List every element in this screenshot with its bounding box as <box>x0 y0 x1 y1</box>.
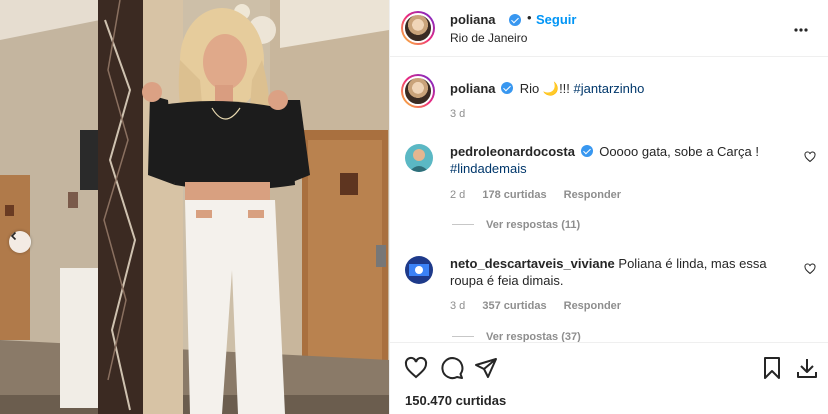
caption-text: poliana Rio 🌙!!! #jantarzinho <box>450 81 644 97</box>
heart-icon[interactable] <box>404 356 428 380</box>
comment-body: pedroleonardocosta Ooooo gata, sobe a Ca… <box>450 143 790 177</box>
bookmark-icon[interactable] <box>760 356 784 380</box>
post-location[interactable]: Rio de Janeiro <box>450 31 527 45</box>
comment-time[interactable]: 2 d <box>450 189 465 201</box>
caption-time[interactable]: 3 d <box>450 108 465 120</box>
carousel-prev-button[interactable] <box>9 231 31 253</box>
view-replies-button[interactable]: Ver respostas (11) <box>452 219 580 231</box>
comment-icon[interactable] <box>440 356 464 380</box>
caption-body: Rio 🌙!!! <box>519 81 574 96</box>
comment-likes[interactable]: 178 curtidas <box>482 189 546 201</box>
comment-hashtag[interactable]: #lindademais <box>450 161 527 176</box>
comment-body: neto_descartaveis_viviane Poliana é lind… <box>450 255 790 289</box>
heart-icon[interactable] <box>804 151 816 163</box>
comment-likes[interactable]: 357 curtidas <box>482 300 546 312</box>
comments-section[interactable]: poliana Rio 🌙!!! #jantarzinho 3 d pedrol… <box>390 57 828 342</box>
post-photo[interactable] <box>0 0 389 414</box>
replies-divider <box>452 336 474 337</box>
more-options-icon[interactable] <box>794 17 808 35</box>
author-username[interactable]: poliana <box>450 12 496 27</box>
download-icon[interactable] <box>795 356 819 380</box>
caption-hashtag[interactable]: #jantarzinho <box>574 81 645 96</box>
verified-badge-icon <box>580 145 593 157</box>
replies-divider <box>452 224 474 225</box>
follow-button[interactable]: Seguir <box>536 12 576 27</box>
reply-button[interactable]: Responder <box>564 189 621 201</box>
comment-text: Ooooo gata, sobe a Carça ! <box>599 144 759 159</box>
chevron-left-icon <box>10 231 17 241</box>
separator-dot: • <box>527 10 532 25</box>
commenter-avatar[interactable] <box>405 256 433 284</box>
post-sidebar: poliana • Seguir Rio de Janeiro poliana … <box>389 0 828 414</box>
commenter-avatar[interactable] <box>405 144 433 172</box>
caption-author-avatar[interactable] <box>401 74 435 108</box>
post-header: poliana • Seguir Rio de Janeiro <box>390 0 828 57</box>
photo-illustration <box>0 0 389 414</box>
verified-badge-icon <box>501 82 514 94</box>
comment-username[interactable]: neto_descartaveis_viviane <box>450 256 615 271</box>
verified-badge-icon <box>509 14 521 26</box>
reply-button[interactable]: Responder <box>564 300 621 312</box>
view-replies-label: Ver respostas (37) <box>486 331 581 342</box>
comment-meta: 2 d 178 curtidas Responder <box>450 189 635 201</box>
post-actions: 150.470 curtidas <box>390 342 828 414</box>
author-avatar[interactable] <box>401 11 435 45</box>
view-replies-button[interactable]: Ver respostas (37) <box>452 331 581 342</box>
comment-meta: 3 d 357 curtidas Responder <box>450 300 635 312</box>
heart-icon[interactable] <box>804 263 816 275</box>
comment-time[interactable]: 3 d <box>450 300 465 312</box>
caption-username[interactable]: poliana <box>450 81 496 96</box>
share-icon[interactable] <box>474 356 498 380</box>
comment-username[interactable]: pedroleonardocosta <box>450 144 575 159</box>
post-likes-count[interactable]: 150.470 curtidas <box>405 393 506 408</box>
view-replies-label: Ver respostas (11) <box>486 219 581 231</box>
